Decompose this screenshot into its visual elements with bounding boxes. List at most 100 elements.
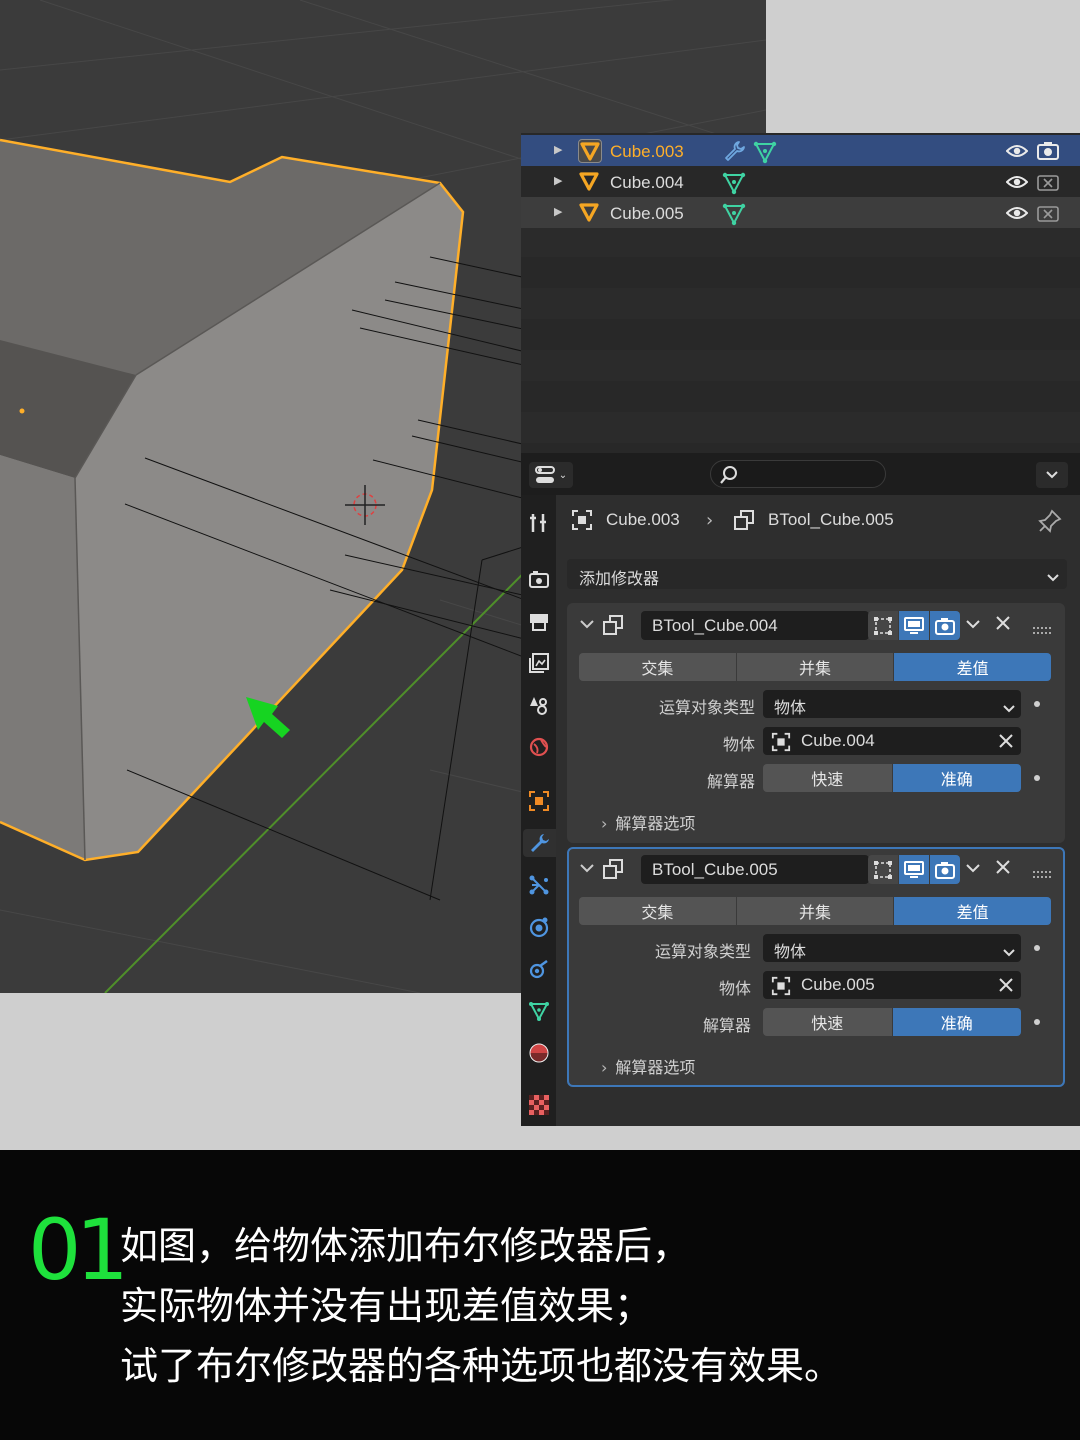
options-dropdown-button[interactable] [1036,462,1068,488]
object-field[interactable]: Cube.005 [763,971,1021,999]
keyframe-dot-icon[interactable] [1034,1019,1040,1025]
tab-constraints[interactable] [525,955,553,983]
tab-object[interactable] [525,787,553,815]
object-value: Cube.004 [801,731,875,750]
tab-data[interactable] [525,997,553,1025]
solver-options-subpanel[interactable]: › 解算器选项 [601,810,695,834]
operand-type-value: 物体 [774,698,807,717]
keyframe-dot-icon[interactable] [1034,945,1040,951]
operand-type-label: 运算对象类型 [654,942,751,961]
keyframe-dot-icon[interactable] [1034,775,1040,781]
pin-icon[interactable] [1038,509,1062,537]
boolean-modifier-icon [733,509,755,535]
clear-icon[interactable] [999,733,1013,752]
mesh-data-icon [529,1002,549,1022]
expand-arrow-icon[interactable]: ▶ [554,205,562,218]
mesh-data-icon[interactable] [722,171,746,199]
object-label: 物体 [718,979,751,998]
add-modifier-label: 添加修改器 [579,569,660,588]
solver-fast-button[interactable]: 快速 [763,764,893,792]
tab-output[interactable] [525,607,553,635]
tab-render[interactable] [525,565,553,593]
chevron-down-icon[interactable] [965,616,981,635]
tab-scene[interactable] [525,691,553,719]
solver-fast-button[interactable]: 快速 [763,1008,893,1036]
tab-texture[interactable] [525,1091,553,1119]
render-toggle[interactable] [930,855,960,884]
edit-mode-toggle[interactable] [868,855,898,884]
collapse-chevron-icon[interactable] [579,616,595,635]
viewport-display-toggle[interactable] [899,611,929,640]
operand-type-label: 运算对象类型 [658,698,755,717]
expand-arrow-icon[interactable]: ▶ [554,143,562,156]
mesh-data-icon[interactable] [753,140,777,168]
operation-difference-button[interactable]: 差值 [894,897,1051,925]
editor-type-button[interactable]: ⌄ [529,462,573,488]
eye-icon[interactable] [1005,174,1029,194]
clear-icon[interactable] [999,977,1013,996]
outliner-row-cube-003[interactable]: ▶ Cube.003 [521,135,1080,166]
camera-icon[interactable] [1037,140,1059,166]
physics-icon [529,917,549,938]
chevron-down-icon [1003,699,1015,718]
outliner-object-name[interactable]: Cube.003 [610,142,684,162]
close-icon[interactable] [995,859,1011,879]
eye-icon[interactable] [1005,205,1029,225]
caption-line: 如图，给物体添加布尔修改器后， [120,1224,691,1268]
object-icon [771,976,791,1000]
operation-difference-button[interactable]: 差值 [894,653,1051,681]
chevron-right-icon: › [601,814,608,833]
wrench-icon[interactable] [724,140,746,166]
operation-intersect-button[interactable]: 交集 [579,653,737,681]
drag-handle-icon[interactable] [1033,620,1053,639]
operand-type-dropdown[interactable]: 物体 [763,934,1021,962]
caption-line: 实际物体并没有出现差值效果； [120,1284,653,1328]
eye-icon[interactable] [1005,143,1029,163]
solver-exact-button[interactable]: 准确 [892,764,1021,792]
outliner-object-name[interactable]: Cube.005 [610,204,684,224]
outliner-object-name[interactable]: Cube.004 [610,173,684,193]
solver-row: 解算器 快速 准确 [567,764,1065,792]
expand-arrow-icon[interactable]: ▶ [554,174,562,187]
operation-intersect-button[interactable]: 交集 [579,897,737,925]
tool-icon [530,514,546,532]
printer-icon [530,614,548,631]
object-field[interactable]: Cube.004 [763,727,1021,755]
operand-type-dropdown[interactable]: 物体 [763,690,1021,718]
mesh-data-icon[interactable] [722,202,746,230]
tab-view-layer[interactable] [525,649,553,677]
outliner-row-cube-004[interactable]: ▶ Cube.004 [521,166,1080,197]
render-toggle[interactable] [930,611,960,640]
tab-modifiers[interactable] [523,829,556,857]
camera-disabled-icon[interactable] [1037,202,1059,228]
edit-mode-icon [874,860,892,879]
tab-material[interactable] [525,1039,553,1067]
viewport-display-toggle[interactable] [899,855,929,884]
operation-selector: 交集 并集 差值 [579,897,1051,925]
outliner-row-cube-005[interactable]: ▶ Cube.005 [521,197,1080,228]
tab-particles[interactable] [525,871,553,899]
drag-handle-icon[interactable] [1033,864,1053,883]
tab-tool[interactable] [525,509,553,537]
solver-exact-button[interactable]: 准确 [892,1008,1021,1036]
close-icon[interactable] [995,615,1011,635]
checker-texture-icon [529,1095,549,1115]
world-icon [529,737,549,757]
chevron-down-icon[interactable] [965,860,981,879]
operation-union-button[interactable]: 并集 [736,897,895,925]
chevron-down-icon: ⌄ [558,469,568,481]
keyframe-dot-icon[interactable] [1034,701,1040,707]
operation-union-button[interactable]: 并集 [736,653,895,681]
modifier-name-field[interactable]: BTool_Cube.004 [641,611,869,640]
properties-search-input[interactable] [710,460,886,488]
edit-mode-toggle[interactable] [868,611,898,640]
camera-disabled-icon[interactable] [1037,171,1059,197]
tab-physics[interactable] [525,913,553,941]
tab-world[interactable] [525,733,553,761]
collapse-chevron-icon[interactable] [579,860,595,879]
modifier-name-field[interactable]: BTool_Cube.005 [641,855,869,884]
caption-area: 01 如图，给物体添加布尔修改器后， 实际物体并没有出现差值效果； 试了布尔修改… [0,1150,1080,1440]
solver-options-subpanel[interactable]: › 解算器选项 [601,1054,695,1078]
add-modifier-dropdown[interactable]: 添加修改器 [567,559,1067,589]
object-icon [571,509,593,535]
